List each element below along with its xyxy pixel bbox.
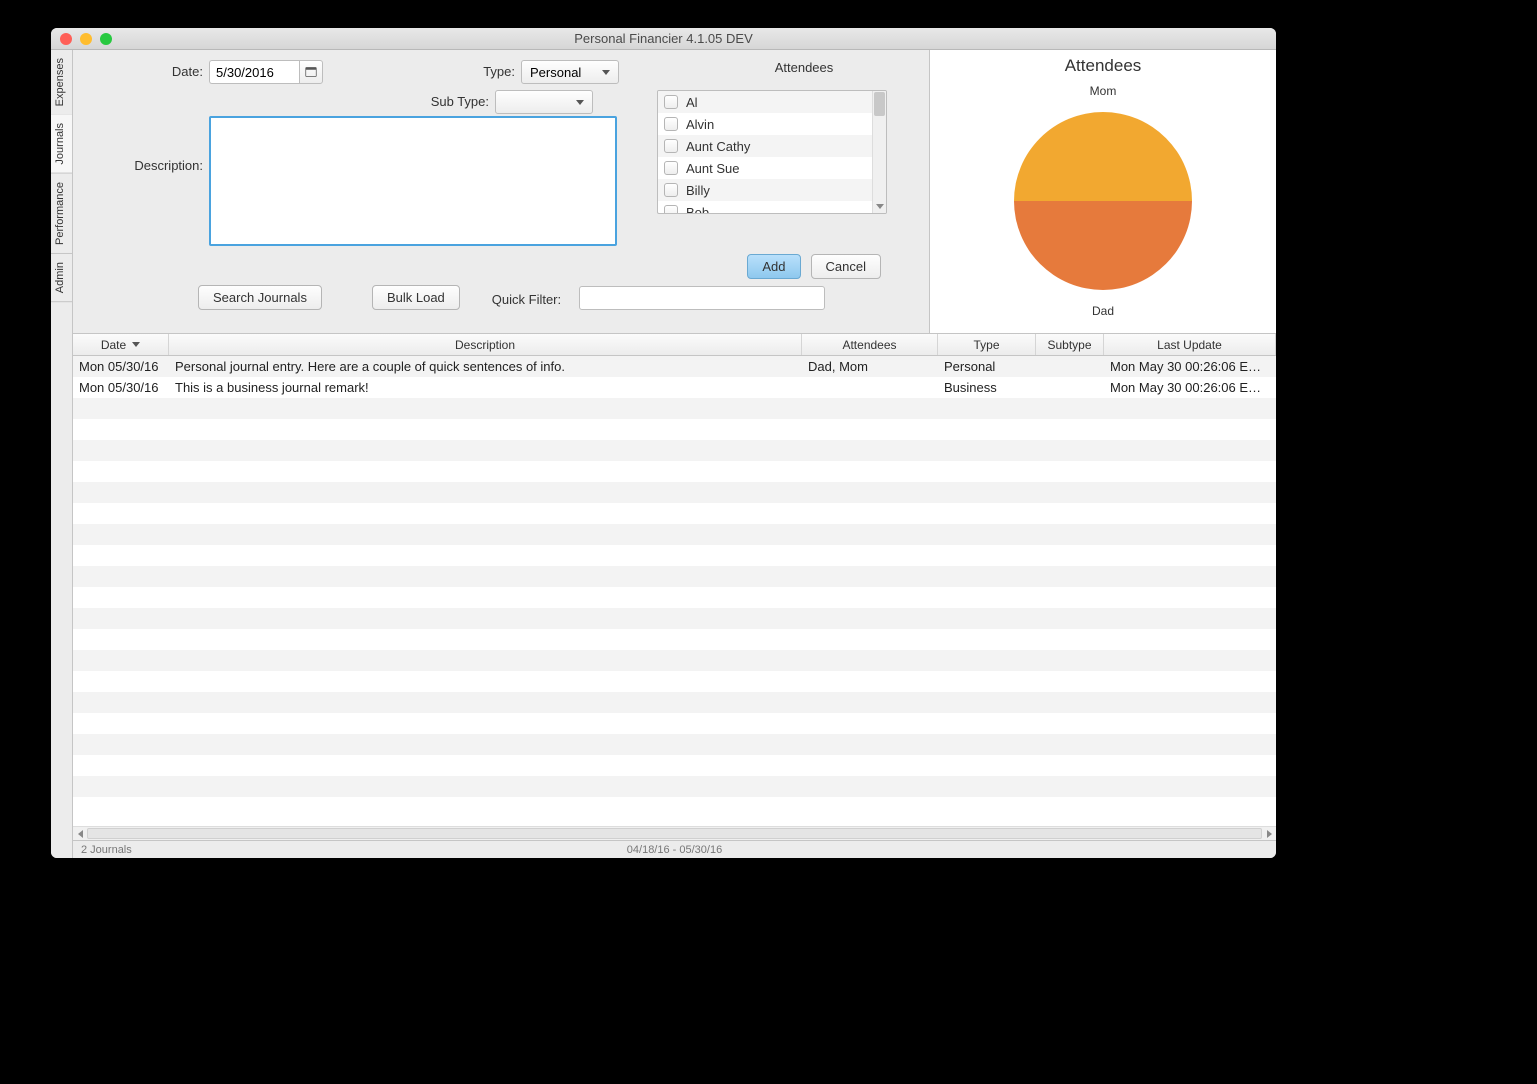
pie-label-bottom: Dad <box>1092 304 1114 318</box>
table-row-empty <box>73 734 1276 755</box>
pie-chart <box>1014 112 1192 290</box>
chevron-right-icon[interactable] <box>1262 827 1276 840</box>
subtype-select[interactable] <box>495 90 593 114</box>
add-button[interactable]: Add <box>747 254 800 279</box>
table-header: Date Description Attendees Type Subtype … <box>73 334 1276 356</box>
titlebar: Personal Financier 4.1.05 DEV <box>51 28 1276 50</box>
table-horizontal-scrollbar[interactable] <box>73 826 1276 840</box>
attendee-name: Alvin <box>686 117 714 132</box>
tab-admin[interactable]: Admin <box>51 254 72 302</box>
attendee-item[interactable]: Billy <box>658 179 872 201</box>
table-row-empty <box>73 692 1276 713</box>
subtype-label: Sub Type: <box>421 90 489 109</box>
col-description[interactable]: Description <box>169 334 802 355</box>
pie-label-top: Mom <box>1090 84 1117 98</box>
status-bar: 2 Journals 04/18/16 - 05/30/16 <box>73 840 1276 858</box>
checkbox[interactable] <box>664 139 678 153</box>
col-type[interactable]: Type <box>938 334 1036 355</box>
table-row-empty <box>73 524 1276 545</box>
attendee-item[interactable]: Aunt Sue <box>658 157 872 179</box>
status-center: 04/18/16 - 05/30/16 <box>73 844 1276 856</box>
table-row-empty <box>73 713 1276 734</box>
table-row-empty <box>73 440 1276 461</box>
calendar-icon[interactable] <box>299 60 323 84</box>
attendees-listbox[interactable]: Al Alvin Aunt Cathy Aunt Sue Billy Bob <box>657 90 887 214</box>
description-label: Description: <box>83 116 203 173</box>
date-input[interactable] <box>209 60 299 84</box>
bulk-load-button[interactable]: Bulk Load <box>372 285 460 310</box>
table-row-empty <box>73 671 1276 692</box>
journals-table: Date Description Attendees Type Subtype … <box>73 334 1276 840</box>
table-row-empty <box>73 503 1276 524</box>
table-row-empty <box>73 566 1276 587</box>
side-tabbar: Expenses Journals Performance Admin <box>51 50 73 858</box>
attendees-chart-panel: Attendees Mom Dad <box>929 50 1276 333</box>
table-row-empty <box>73 587 1276 608</box>
table-row-empty <box>73 482 1276 503</box>
table-row-empty <box>73 650 1276 671</box>
table-row-empty <box>73 398 1276 419</box>
chevron-down-icon[interactable] <box>873 199 886 213</box>
table-row-empty <box>73 629 1276 650</box>
col-date[interactable]: Date <box>73 334 169 355</box>
checkbox[interactable] <box>664 161 678 175</box>
tab-journals[interactable]: Journals <box>51 115 72 174</box>
window-title: Personal Financier 4.1.05 DEV <box>51 31 1276 46</box>
table-row-empty <box>73 797 1276 818</box>
description-input[interactable] <box>209 116 617 246</box>
tab-performance[interactable]: Performance <box>51 174 72 254</box>
sort-desc-icon <box>132 342 140 347</box>
checkbox[interactable] <box>664 205 678 213</box>
date-label: Date: <box>83 60 203 79</box>
table-row-empty <box>73 545 1276 566</box>
col-last-update[interactable]: Last Update <box>1104 334 1276 355</box>
attendees-label: Attendees <box>689 60 919 75</box>
journal-form: Date: Type: Personal Attendees Sub T <box>73 50 929 333</box>
attendee-name: Billy <box>686 183 710 198</box>
col-attendees[interactable]: Attendees <box>802 334 938 355</box>
checkbox[interactable] <box>664 183 678 197</box>
cancel-button[interactable]: Cancel <box>811 254 881 279</box>
table-row-empty <box>73 608 1276 629</box>
table-row[interactable]: Mon 05/30/16Personal journal entry. Here… <box>73 356 1276 377</box>
table-row-empty <box>73 776 1276 797</box>
attendee-item[interactable]: Bob <box>658 201 872 213</box>
checkbox[interactable] <box>664 117 678 131</box>
attendees-scrollbar[interactable] <box>872 91 886 213</box>
attendee-item[interactable]: Alvin <box>658 113 872 135</box>
app-window: Personal Financier 4.1.05 DEV Expenses J… <box>51 28 1276 858</box>
attendee-name: Aunt Cathy <box>686 139 750 154</box>
attendee-name: Al <box>686 95 698 110</box>
attendee-name: Bob <box>686 205 709 214</box>
attendee-item[interactable]: Al <box>658 91 872 113</box>
type-label: Type: <box>473 60 515 79</box>
search-journals-button[interactable]: Search Journals <box>198 285 322 310</box>
tab-expenses[interactable]: Expenses <box>51 50 72 115</box>
quick-filter-label: Quick Filter: <box>492 288 561 307</box>
chart-title: Attendees <box>1065 56 1142 76</box>
table-row-empty <box>73 419 1276 440</box>
attendee-name: Aunt Sue <box>686 161 740 176</box>
type-select[interactable]: Personal <box>521 60 619 84</box>
table-row-empty <box>73 461 1276 482</box>
quick-filter-input[interactable] <box>579 286 825 310</box>
checkbox[interactable] <box>664 95 678 109</box>
col-subtype[interactable]: Subtype <box>1036 334 1104 355</box>
table-row[interactable]: Mon 05/30/16This is a business journal r… <box>73 377 1276 398</box>
attendee-item[interactable]: Aunt Cathy <box>658 135 872 157</box>
chevron-left-icon[interactable] <box>73 827 87 840</box>
table-row-empty <box>73 755 1276 776</box>
